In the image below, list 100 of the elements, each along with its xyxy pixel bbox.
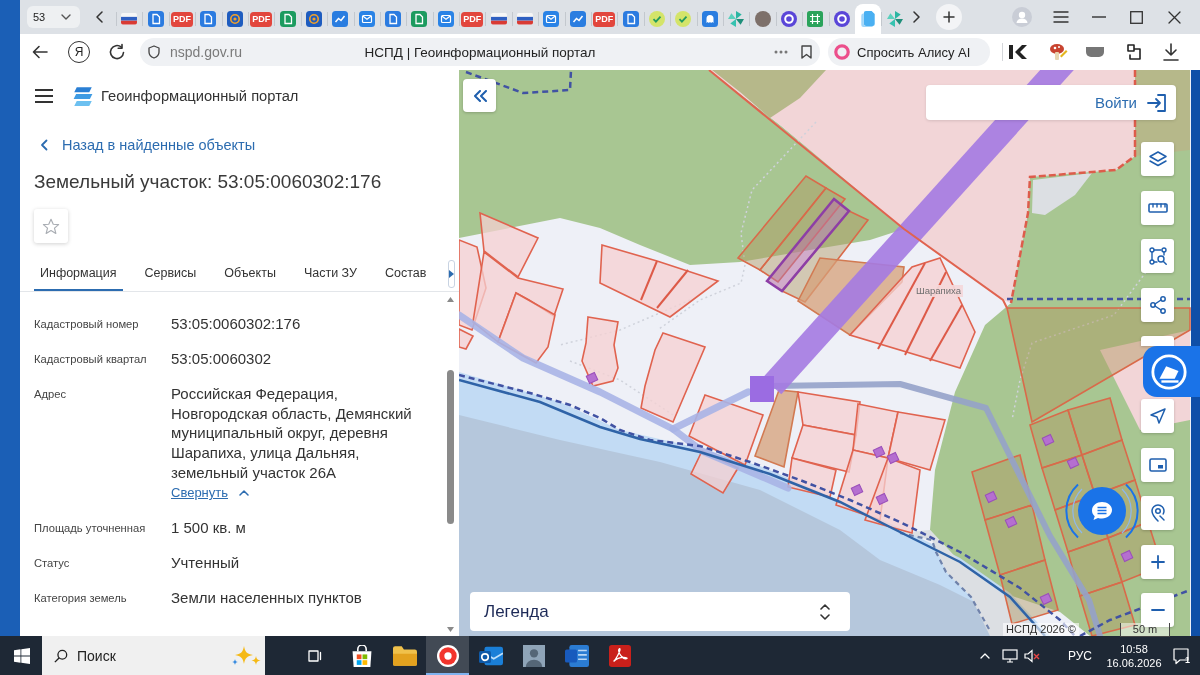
close-icon[interactable] xyxy=(1167,10,1181,24)
task-view-icon[interactable] xyxy=(308,648,322,663)
pulse-rings-icon xyxy=(1064,483,1140,539)
ring-icon xyxy=(435,644,460,667)
minimize-icon[interactable] xyxy=(1091,16,1106,18)
layers-logo-icon xyxy=(73,86,93,106)
monitor-icon[interactable] xyxy=(1001,648,1018,663)
language-indicator[interactable]: РУС xyxy=(1067,648,1092,663)
pocket-icon[interactable] xyxy=(1085,46,1105,58)
chevron-left-icon[interactable] xyxy=(96,11,103,23)
scroll-up-icon[interactable] xyxy=(447,297,454,302)
feedback-tab[interactable] xyxy=(1143,346,1200,397)
clock-date[interactable]: 16.06.2026 xyxy=(1106,655,1162,670)
ring-icon xyxy=(780,11,797,27)
map-tool-button[interactable] xyxy=(1141,239,1174,273)
map-tool-button[interactable] xyxy=(1141,399,1174,433)
menu-icon[interactable] xyxy=(35,89,53,103)
map-tool-button[interactable] xyxy=(1141,142,1174,176)
envelope-icon xyxy=(478,644,503,667)
panel-tab[interactable]: Состав xyxy=(379,257,433,291)
map-tool-button[interactable] xyxy=(1141,287,1174,322)
pages-icon xyxy=(860,11,877,27)
chevron-logo-icon[interactable] xyxy=(1008,43,1028,61)
envelope-icon xyxy=(437,11,454,27)
document-icon xyxy=(622,11,639,27)
chevron-right-icon[interactable] xyxy=(912,11,920,23)
building-icon xyxy=(872,445,886,459)
tabs-next-button[interactable] xyxy=(448,260,456,288)
document-icon xyxy=(279,11,296,27)
double-chevron-left-icon xyxy=(472,89,487,102)
ring-icon xyxy=(305,11,322,27)
place-label: Шарапиха xyxy=(914,285,963,297)
zoom-in-icon xyxy=(1150,554,1165,569)
speaker-muted-icon[interactable] xyxy=(1023,648,1040,663)
windows-start-icon[interactable] xyxy=(14,647,30,664)
panel-tab[interactable]: Объекты xyxy=(218,257,282,291)
ring-icon xyxy=(833,11,850,27)
map-tool-button[interactable] xyxy=(1141,544,1174,579)
back-link[interactable]: Назад в найденные объекты xyxy=(40,137,256,153)
collapse-panel-button[interactable] xyxy=(463,79,496,112)
chart-icon xyxy=(569,11,586,27)
field-value: 1 500 кв. м xyxy=(171,517,247,538)
folder-icon xyxy=(392,644,417,667)
notifications-button[interactable]: 1 xyxy=(1172,646,1190,665)
avatar-icon xyxy=(754,11,771,27)
bookmark-icon[interactable] xyxy=(801,45,812,59)
panel-tab[interactable]: Сервисы xyxy=(138,257,203,291)
app-title: Геоинформационный портал xyxy=(101,88,299,104)
map-tool-button[interactable] xyxy=(1141,593,1174,627)
field-value: Российская Федерация, Новгородская область, Демянский муниципальный округ, деревня Шарапиха, улица Дальняя, земельный участок 26А xyxy=(171,384,413,483)
maximize-icon[interactable] xyxy=(1129,10,1143,24)
area-search-icon xyxy=(1148,247,1167,265)
url-text: nspd.gov.ru xyxy=(170,44,243,60)
more-icon[interactable] xyxy=(774,50,788,54)
login-button[interactable]: Войти xyxy=(926,85,1176,120)
reload-icon[interactable] xyxy=(108,43,126,61)
address-bar[interactable]: nspd.gov.ru НСПД | Геоинформационный портал xyxy=(140,38,820,66)
field-label: Кадастровый номер xyxy=(34,317,140,332)
chart-icon xyxy=(332,11,349,27)
field-label: Категория земель xyxy=(34,590,128,606)
mushroom-icon[interactable] xyxy=(1048,42,1068,62)
attribution-text: НСПД 2026 © xyxy=(1003,623,1079,636)
check-icon xyxy=(649,11,665,27)
person-silhouette-icon xyxy=(521,644,546,667)
envelope-icon xyxy=(543,11,560,27)
search-field[interactable]: Поиск xyxy=(42,636,265,675)
field-label: Статус xyxy=(34,555,71,571)
taskbar-app[interactable] xyxy=(426,636,469,675)
back-arrow-icon[interactable] xyxy=(32,45,48,59)
login-icon xyxy=(1147,93,1167,112)
legend-dropdown[interactable]: Легенда xyxy=(470,592,850,631)
land-parcel xyxy=(887,411,947,471)
ring-icon xyxy=(226,11,243,27)
panel-tab[interactable]: Части ЗУ xyxy=(297,257,363,291)
check-icon xyxy=(675,11,692,27)
clock-time[interactable]: 10:58 xyxy=(1120,641,1148,656)
search-icon xyxy=(54,648,68,663)
minimap-icon xyxy=(1148,457,1167,472)
object-title: Земельный участок: 53:05:0060302:176 xyxy=(34,171,383,193)
map-tool-button[interactable] xyxy=(1141,447,1174,482)
panels-icon[interactable] xyxy=(1125,43,1143,61)
download-icon[interactable] xyxy=(1163,43,1179,61)
ring-icon xyxy=(834,44,850,60)
speech-logo-icon xyxy=(1150,352,1188,391)
building-icon xyxy=(850,483,864,497)
map-tool-button[interactable] xyxy=(1141,496,1174,530)
scrollbar-thumb[interactable] xyxy=(447,370,454,524)
panel-tab[interactable]: Информация xyxy=(34,257,123,291)
speech-bubble-icon xyxy=(1172,646,1190,665)
new-tab-button[interactable] xyxy=(935,4,962,30)
tab-count-button[interactable]: 53 xyxy=(27,6,51,28)
document-icon xyxy=(564,644,589,667)
collapse-link[interactable]: Свернуть xyxy=(171,482,249,503)
map-tool-button[interactable] xyxy=(1141,190,1174,225)
scroll-down-icon[interactable] xyxy=(447,627,454,632)
chevron-left-icon xyxy=(40,139,48,151)
document-icon xyxy=(200,11,217,27)
chevron-down-icon xyxy=(60,14,71,20)
chevron-up-icon[interactable] xyxy=(979,652,990,659)
ask-alice-button[interactable]: Спросить Алису AI xyxy=(828,38,990,66)
